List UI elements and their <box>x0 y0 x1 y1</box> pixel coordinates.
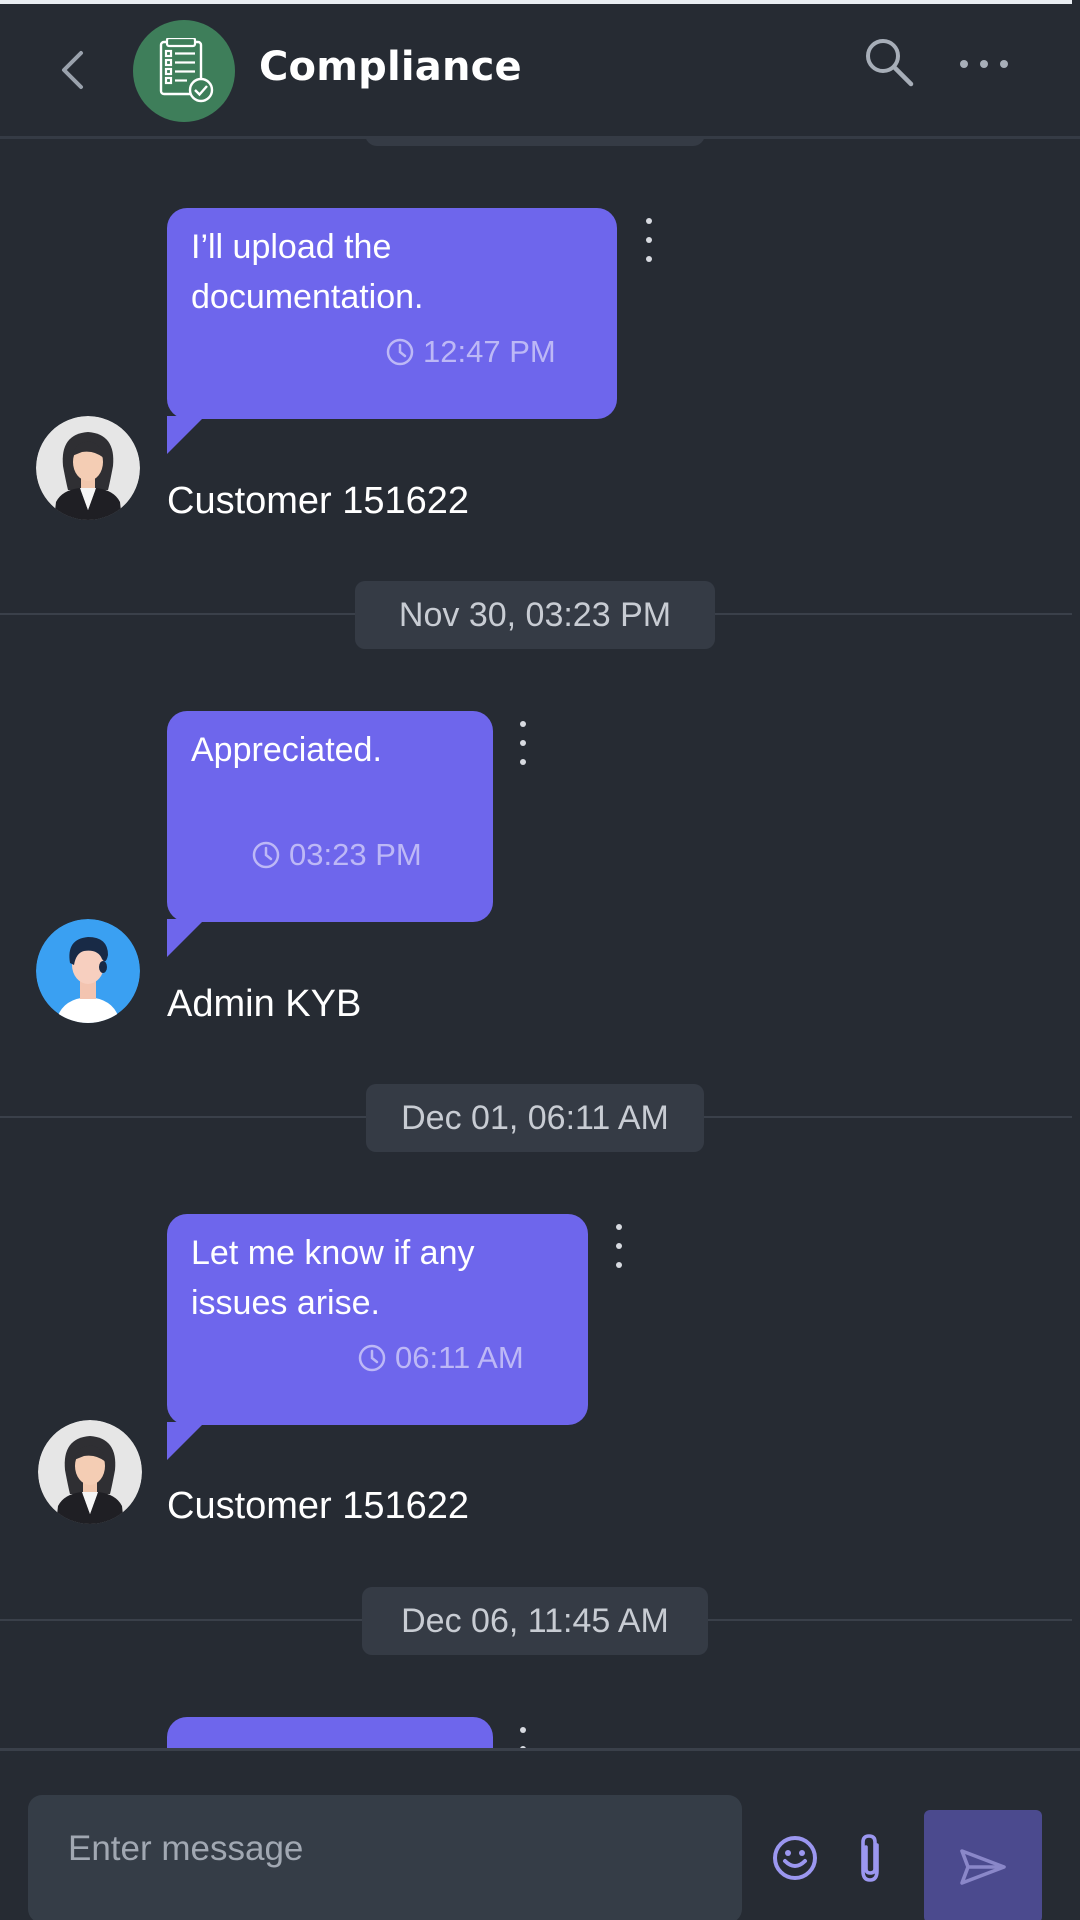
message-time: 03:23 PM <box>251 837 422 873</box>
message-bubble[interactable]: Appreciated. 03:23 PM <box>167 711 493 922</box>
message-options-button[interactable] <box>639 218 659 262</box>
attach-button[interactable] <box>850 1831 890 1887</box>
clock-icon <box>358 1344 386 1372</box>
avatar <box>38 1420 142 1524</box>
back-button[interactable] <box>50 46 94 94</box>
sender-name: Admin KYB <box>167 983 362 1025</box>
message-bubble[interactable]: I’ll upload the documentation. 12:47 PM <box>167 208 617 419</box>
emoji-icon <box>773 1836 817 1880</box>
more-options-button[interactable] <box>958 44 1010 84</box>
send-button[interactable] <box>924 1810 1042 1920</box>
message-time: 12:47 PM <box>385 334 556 370</box>
avatar <box>36 919 140 1023</box>
date-pill: Nov 30, 03:23 PM <box>355 581 715 649</box>
message-text-line: issues arise. <box>191 1284 380 1322</box>
message-time-text: 06:11 AM <box>395 1340 524 1375</box>
message-text: Let me know if any issues arise. <box>191 1228 474 1328</box>
woman-avatar-icon <box>38 1420 142 1524</box>
search-button[interactable] <box>861 34 917 90</box>
message-options-button[interactable] <box>609 1224 629 1268</box>
message-input-container[interactable] <box>28 1795 742 1920</box>
message-text-line: documentation. <box>191 278 424 316</box>
bubble-tail <box>167 919 205 957</box>
date-pill: Dec 06, 11:45 AM <box>362 1587 708 1655</box>
chevron-left-icon <box>62 51 83 89</box>
chat-header: Compliance <box>0 4 1080 139</box>
paperclip-icon <box>861 1834 879 1882</box>
message-text: Appreciated. <box>191 725 382 775</box>
message-text-line: Appreciated. <box>191 731 382 769</box>
message-bubble[interactable]: Let me know if any issues arise. 06:11 A… <box>167 1214 588 1425</box>
bubble-tail <box>167 416 205 454</box>
message-text: I’ll upload the documentation. <box>191 222 424 322</box>
message-composer <box>0 1748 1080 1920</box>
bubble-tail <box>167 1422 205 1460</box>
clock-icon <box>252 841 280 869</box>
avatar <box>36 416 140 520</box>
man-avatar-icon <box>36 919 140 1023</box>
message-input[interactable] <box>66 1823 710 1875</box>
sender-name: Customer 151622 <box>167 1485 470 1527</box>
message-options-button[interactable] <box>513 721 533 765</box>
message-time: 06:11 AM <box>357 1340 524 1376</box>
checklist-document-icon <box>159 38 214 103</box>
woman-avatar-icon <box>36 416 140 520</box>
date-pill: Dec 01, 06:11 AM <box>366 1084 704 1152</box>
search-icon <box>866 39 914 87</box>
page-title: Compliance <box>259 44 522 90</box>
send-icon <box>960 1848 1006 1885</box>
sender-name: Customer 151622 <box>167 480 470 522</box>
message-text-line: Let me know if any <box>191 1234 475 1272</box>
message-time-text: 03:23 PM <box>289 837 422 872</box>
clock-icon <box>386 338 414 366</box>
message-text-line: I’ll upload the <box>191 228 392 266</box>
chat-avatar[interactable] <box>133 20 235 122</box>
message-time-text: 12:47 PM <box>423 334 556 369</box>
emoji-button[interactable] <box>770 1833 820 1883</box>
more-horizontal-icon <box>960 60 1008 68</box>
chat-screen: Compliance I’ll upload the documentation… <box>0 0 1080 1920</box>
